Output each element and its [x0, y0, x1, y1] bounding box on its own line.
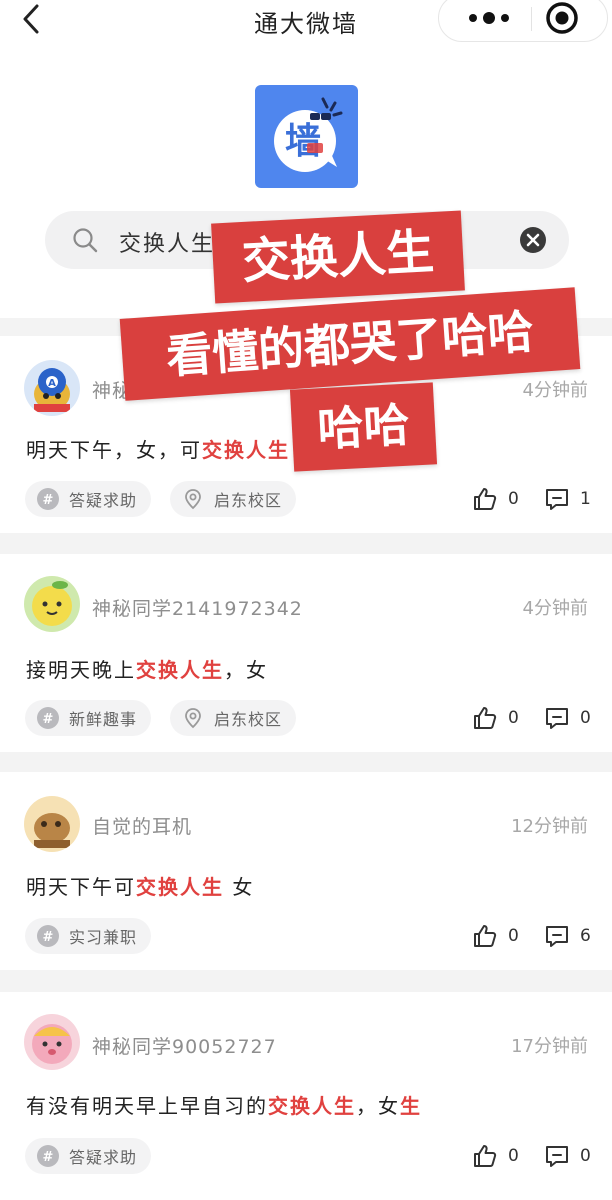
post-content: 接明天晚上交换人生，女	[26, 654, 268, 683]
comment-count: 0	[580, 1146, 591, 1166]
hashtag-icon: #	[37, 488, 59, 510]
like-count: 0	[508, 708, 519, 728]
comment-count: 6	[580, 926, 591, 946]
post-content: 有没有明天早上早自习的交换人生，女生	[26, 1090, 422, 1119]
content-text: 明天下午，女，可	[26, 438, 202, 462]
content-highlight: 交换人生	[136, 658, 224, 682]
thumbs-up-icon	[474, 925, 497, 947]
tag-label: 启东校区	[214, 710, 283, 729]
svg-text:#: #	[43, 930, 54, 945]
comment-icon	[546, 489, 568, 510]
location-icon	[185, 708, 201, 729]
tag-location[interactable]: 启东校区	[170, 481, 297, 517]
comment-icon	[546, 926, 568, 947]
comment-button[interactable]: 1	[544, 486, 591, 512]
post-author[interactable]: 自觉的耳机	[92, 812, 192, 839]
capsule-divider	[531, 7, 532, 31]
like-count: 0	[508, 1146, 519, 1166]
search-input[interactable]: 交换人生	[119, 226, 215, 258]
hashtag-icon: #	[37, 707, 59, 729]
like-button[interactable]: 0	[472, 705, 519, 731]
content-text-after: ，女	[224, 658, 268, 682]
like-button[interactable]: 0	[472, 923, 519, 949]
post-card[interactable]: 自觉的耳机 12分钟前 明天下午可交换人生 女 # 实习兼职 0 6	[0, 772, 612, 970]
like-button[interactable]: 0	[472, 1143, 519, 1169]
post-time: 17分钟前	[511, 1036, 588, 1057]
tag-category[interactable]: # 实习兼职	[25, 918, 152, 954]
post-time: 12分钟前	[511, 816, 588, 837]
tag-label: 实习兼职	[69, 928, 138, 947]
comment-icon	[546, 708, 568, 729]
content-text-after: 女	[224, 875, 255, 899]
tag-label: 启东校区	[214, 491, 283, 510]
logo-char: 墙	[285, 121, 321, 162]
content-highlight: 生	[400, 1094, 422, 1118]
wall-logo-icon: 墙	[274, 97, 343, 172]
mini-program-capsule	[438, 0, 608, 42]
post-time: 4分钟前	[522, 598, 588, 619]
svg-text:#: #	[43, 712, 54, 727]
comment-count: 0	[580, 708, 591, 728]
post-author[interactable]: 神秘同学90052727	[92, 1032, 277, 1059]
svg-text:A: A	[48, 378, 56, 389]
post-time: 4分钟前	[522, 380, 588, 401]
overlay-caption-line3: 哈哈	[289, 382, 438, 472]
target-icon[interactable]	[545, 1, 579, 35]
comment-count: 1	[580, 489, 591, 509]
overlay-caption-line1: 交换人生	[211, 210, 465, 304]
tag-category[interactable]: # 新鲜趣事	[25, 700, 152, 736]
comment-button[interactable]: 0	[544, 1143, 591, 1169]
content-text-after: ，女	[356, 1094, 400, 1118]
post-author[interactable]: 神秘同学2141972342	[92, 594, 303, 621]
hashtag-icon: #	[37, 925, 59, 947]
hashtag-icon: #	[37, 1145, 59, 1167]
comment-icon	[546, 1146, 568, 1167]
avatar[interactable]	[24, 576, 80, 632]
content-highlight: 交换人生	[136, 875, 224, 899]
tag-label: 答疑求助	[69, 491, 138, 510]
svg-text:#: #	[43, 493, 54, 508]
like-count: 0	[508, 489, 519, 509]
comment-button[interactable]: 6	[544, 923, 591, 949]
thumbs-up-icon	[474, 707, 497, 729]
content-text: 明天下午可	[26, 875, 136, 899]
search-icon	[73, 228, 98, 253]
tag-label: 新鲜趣事	[69, 710, 138, 729]
svg-text:#: #	[43, 1150, 54, 1165]
content-text: 接明天晚上	[26, 658, 136, 682]
avatar[interactable]	[24, 1014, 80, 1070]
post-content: 明天下午可交换人生 女	[26, 871, 254, 900]
post-card[interactable]: 神秘同学90052727 17分钟前 有没有明天早上早自习的交换人生，女生 # …	[0, 992, 612, 1200]
tag-location[interactable]: 启东校区	[170, 700, 297, 736]
content-highlight: 交换人生	[202, 438, 290, 462]
avatar[interactable]	[24, 796, 80, 852]
tag-category[interactable]: # 答疑求助	[25, 481, 152, 517]
tag-label: 答疑求助	[69, 1148, 138, 1167]
clear-icon[interactable]	[519, 226, 547, 254]
location-icon	[185, 489, 201, 510]
post-card[interactable]: 神秘同学2141972342 4分钟前 接明天晚上交换人生，女 # 新鲜趣事 启…	[0, 554, 612, 752]
like-button[interactable]: 0	[472, 486, 519, 512]
post-content: 明天下午，女，可交换人生	[26, 434, 290, 463]
content-text: 有没有明天早上早自习的	[26, 1094, 268, 1118]
content-highlight: 交换人生	[268, 1094, 356, 1118]
app-logo: 墙	[255, 85, 358, 188]
tag-category[interactable]: # 答疑求助	[25, 1138, 152, 1174]
thumbs-up-icon	[474, 488, 497, 510]
more-dots-icon[interactable]	[459, 5, 519, 31]
comment-button[interactable]: 0	[544, 705, 591, 731]
thumbs-up-icon	[474, 1145, 497, 1167]
like-count: 0	[508, 926, 519, 946]
avatar[interactable]: A	[24, 360, 80, 416]
